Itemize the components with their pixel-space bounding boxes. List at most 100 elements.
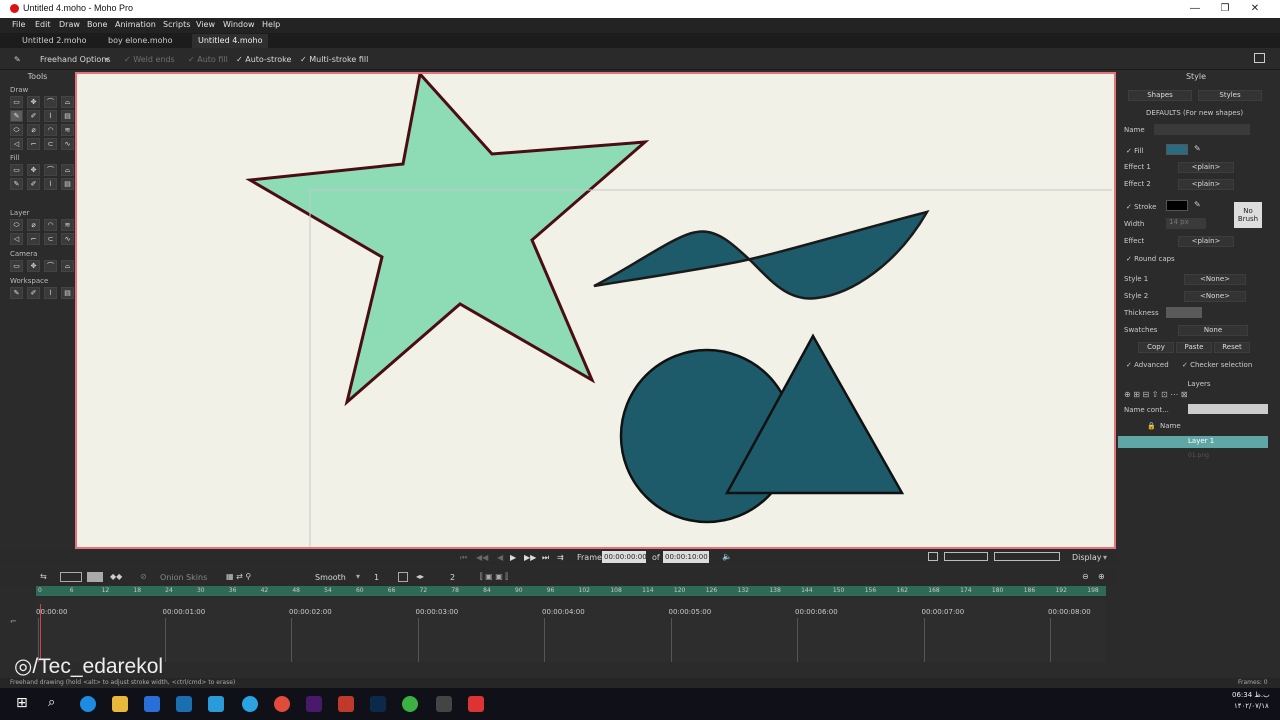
fill-color-swatch[interactable] xyxy=(1166,144,1188,155)
wave-shape[interactable] xyxy=(593,210,930,300)
style2-dropdown[interactable]: <None> xyxy=(1184,291,1246,302)
tool-button[interactable]: ▤ xyxy=(61,287,74,299)
interval-value[interactable]: 1 xyxy=(374,573,379,582)
edge-icon[interactable] xyxy=(80,696,96,712)
tool-button[interactable]: ⌐ xyxy=(27,233,40,245)
onion-skins-dropdown[interactable]: Onion Skins xyxy=(160,573,207,582)
panel-layout-icon[interactable] xyxy=(1254,53,1265,63)
paste-button[interactable]: Paste xyxy=(1176,342,1212,353)
tool-button[interactable]: ⌇ xyxy=(44,178,57,190)
tool-button[interactable]: ◁ xyxy=(10,233,23,245)
effect2-dropdown[interactable]: <plain> xyxy=(1178,179,1234,190)
tool-button[interactable]: ✐ xyxy=(27,287,40,299)
ease-value[interactable]: 2 xyxy=(450,573,455,582)
tool-button[interactable]: ▤ xyxy=(61,178,74,190)
multi-stroke-fill-checkbox[interactable]: ✓ Multi-stroke fill xyxy=(300,55,368,64)
chrome-alt-icon[interactable] xyxy=(402,696,418,712)
tool-button[interactable]: ✥ xyxy=(27,260,40,272)
tool-button[interactable]: ✎ xyxy=(10,178,23,190)
maximize-button[interactable]: ❐ xyxy=(1210,0,1240,18)
effect1-dropdown[interactable]: <plain> xyxy=(1178,162,1234,173)
copy-button[interactable]: Copy xyxy=(1138,342,1174,353)
layer-search-input[interactable] xyxy=(1188,404,1268,414)
photoshop-icon[interactable] xyxy=(370,696,386,712)
thickness-slider[interactable] xyxy=(1166,307,1202,318)
weld-ends-checkbox[interactable]: ✓ Weld ends xyxy=(124,55,175,64)
menu-draw[interactable]: Draw xyxy=(59,20,80,29)
zoom-in-icon[interactable]: ⊕ xyxy=(1098,572,1105,581)
layer-filter-dropdown[interactable]: Name cont... xyxy=(1124,406,1169,414)
advanced-checkbox[interactable]: ✓ Advanced xyxy=(1126,361,1169,369)
app-red-icon[interactable] xyxy=(468,696,484,712)
speaker-icon[interactable]: 🔈 xyxy=(722,552,732,561)
layer-row-selected[interactable]: Layer 1 xyxy=(1118,436,1268,448)
tool-button[interactable]: ∿ xyxy=(61,138,74,150)
timeline-tracks[interactable]: 00:00:00 00:00:01:00 00:00:02:00 00:00:03:0… xyxy=(36,598,1106,662)
menu-animation[interactable]: Animation xyxy=(115,20,156,29)
tool-button[interactable]: ⌀ xyxy=(27,124,40,136)
tool-button[interactable]: ⌒ xyxy=(44,260,57,272)
display-dropdown[interactable]: Display xyxy=(1072,553,1102,562)
menu-help[interactable]: Help xyxy=(262,20,280,29)
tool-button[interactable]: ◠ xyxy=(44,124,57,136)
tool-button[interactable]: ≋ xyxy=(61,124,74,136)
canvas-drawing[interactable] xyxy=(77,74,1114,547)
menu-window[interactable]: Window xyxy=(223,20,255,29)
effect-dropdown[interactable]: <plain> xyxy=(1178,236,1234,247)
zoom-out-icon[interactable]: ⊖ xyxy=(1082,572,1089,581)
snipping-tool-icon[interactable] xyxy=(436,696,452,712)
menu-file[interactable]: File xyxy=(12,20,25,29)
view-layouts-icon[interactable] xyxy=(944,552,988,561)
tool-button[interactable]: ⌐ xyxy=(27,138,40,150)
tool-button[interactable]: ⌀ xyxy=(27,219,40,231)
reset-button[interactable]: Reset xyxy=(1214,342,1250,353)
messaging-icon[interactable] xyxy=(208,696,224,712)
tool-button[interactable]: ▤ xyxy=(61,110,74,122)
step-back-button[interactable]: ◀◀ xyxy=(476,553,488,562)
styles-dropdown[interactable]: Styles xyxy=(1198,90,1262,101)
tool-button[interactable]: ◠ xyxy=(44,219,57,231)
name-input[interactable] xyxy=(1154,124,1250,135)
tool-button[interactable]: ⌓ xyxy=(61,96,74,108)
tool-button[interactable]: ⌓ xyxy=(61,260,74,272)
play-backward-button[interactable]: ◀ xyxy=(497,553,503,562)
style1-dropdown[interactable]: <None> xyxy=(1184,274,1246,285)
loop-button[interactable]: ⇉ xyxy=(557,553,564,562)
tool-button[interactable]: ▭ xyxy=(10,96,23,108)
search-icon[interactable]: ⌕ xyxy=(48,695,55,710)
chrome-icon[interactable] xyxy=(274,696,290,712)
onion-icon[interactable]: ⊘ xyxy=(140,572,147,581)
close-button[interactable]: ✕ xyxy=(1240,0,1270,18)
tool-button[interactable]: ◁ xyxy=(10,138,23,150)
store-icon[interactable] xyxy=(144,696,160,712)
tool-button[interactable]: ⌇ xyxy=(44,110,57,122)
tool-button[interactable]: ⬭ xyxy=(10,219,23,231)
sequencer-icon[interactable] xyxy=(87,572,103,582)
view-mode-icon[interactable] xyxy=(928,552,938,561)
fill-eyedropper-icon[interactable]: ✎ xyxy=(1194,144,1201,153)
step-forward-button[interactable]: ▶▶ xyxy=(524,553,536,562)
minimize-button[interactable]: — xyxy=(1180,0,1210,18)
tool-button[interactable]: ▭ xyxy=(10,164,23,176)
tool-button[interactable]: ⌇ xyxy=(44,287,57,299)
forward-end-button[interactable]: ⏭ xyxy=(542,553,549,563)
file-explorer-icon[interactable] xyxy=(112,696,128,712)
timeline-ruler[interactable]: 0 6 12 18 24 30 36 42 48 54 60 66 72 78 84 90 96 102 108 11… xyxy=(36,586,1106,596)
star-shape[interactable] xyxy=(245,74,650,407)
tool-button[interactable]: ✥ xyxy=(27,96,40,108)
keys-icons[interactable]: ▦ ⇄ ⚲ xyxy=(226,572,251,581)
stroke-eyedropper-icon[interactable]: ✎ xyxy=(1194,200,1201,209)
telegram-icon[interactable] xyxy=(242,696,258,712)
tool-button[interactable]: ≋ xyxy=(61,219,74,231)
premiere-icon[interactable] xyxy=(306,696,322,712)
layer-tools-icons[interactable]: ⊕ ⊞ ⊟ ⇧ ⊡ ⋯ ⊠ xyxy=(1124,390,1187,399)
no-brush-button[interactable]: No Brush xyxy=(1234,202,1262,228)
moho-taskbar-icon[interactable] xyxy=(338,696,354,712)
tool-button[interactable]: ⌒ xyxy=(44,164,57,176)
tool-button[interactable]: ✥ xyxy=(27,164,40,176)
tool-button[interactable]: ✎ xyxy=(10,110,23,122)
shift-keys-icon[interactable]: ◂▸ xyxy=(416,572,424,581)
interpolation-dropdown[interactable]: Smooth xyxy=(315,573,346,582)
auto-fill-checkbox[interactable]: ✓ Auto fill xyxy=(188,55,228,64)
play-button[interactable]: ▶ xyxy=(510,553,516,562)
